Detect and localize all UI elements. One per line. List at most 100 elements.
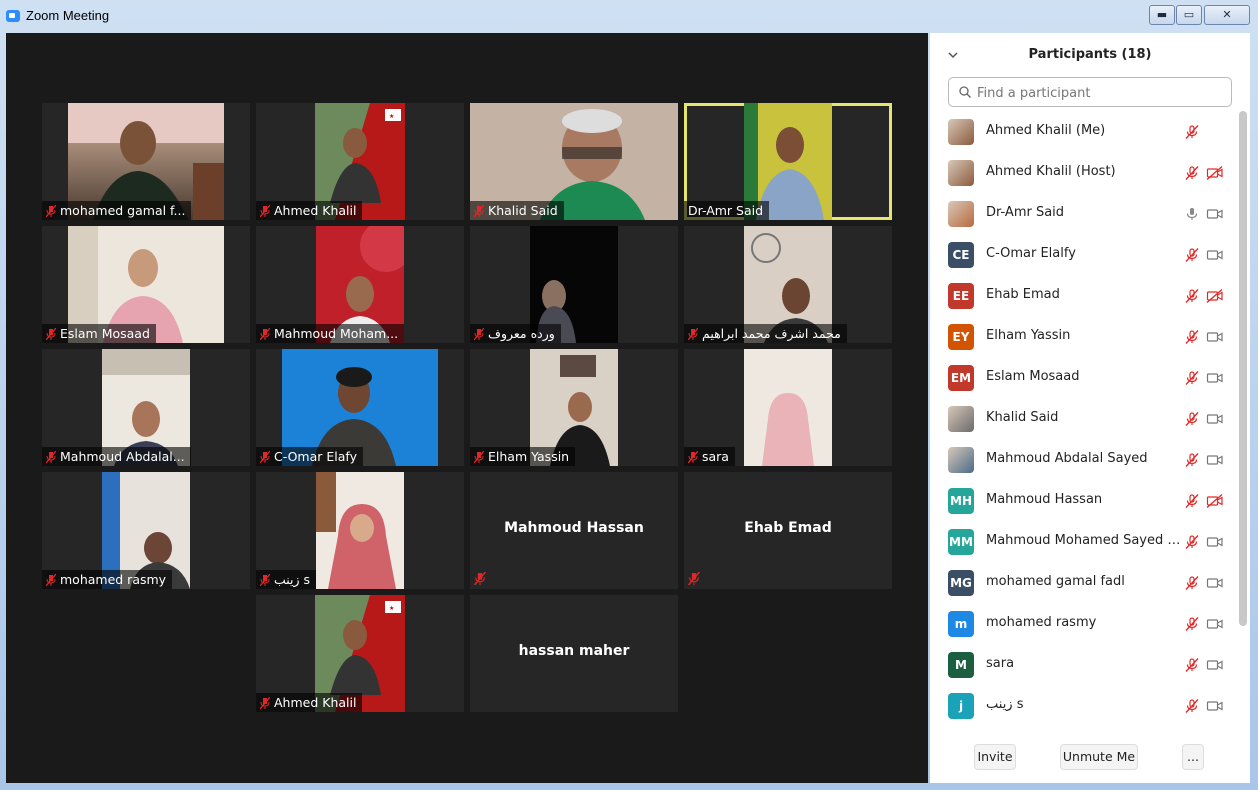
avatar: [948, 406, 974, 432]
participant-row[interactable]: Dr-Amr Said: [930, 193, 1240, 234]
video-tile[interactable]: زينب s: [256, 472, 464, 589]
muted-mic-icon[interactable]: [1184, 370, 1200, 386]
muted-mic-icon[interactable]: [1184, 329, 1200, 345]
invite-button[interactable]: Invite: [974, 744, 1016, 770]
tile-name-label: mohamed rasmy: [42, 570, 173, 589]
video-camera-icon[interactable]: [1206, 247, 1224, 263]
avatar: [948, 160, 974, 186]
video-tile[interactable]: ورده معروف: [470, 226, 678, 343]
participant-name: Ahmed Khalil (Me): [986, 123, 1106, 138]
participant-row[interactable]: j زينب s: [930, 685, 1240, 726]
maximize-button[interactable]: ▭: [1176, 5, 1202, 25]
muted-mic-icon[interactable]: [1184, 165, 1200, 181]
mic-icon[interactable]: [1184, 206, 1200, 222]
participant-row[interactable]: MG mohamed gamal fadl: [930, 562, 1240, 603]
video-tile[interactable]: Khalid Said: [470, 103, 678, 220]
avatar: CE: [948, 242, 974, 268]
video-tile-no-video[interactable]: hassan maher: [470, 595, 678, 712]
zoom-window: Zoom Meeting ▬ ▭ ✕ mohamed gamal f... ★ …: [0, 0, 1258, 790]
muted-mic-icon[interactable]: [1184, 657, 1200, 673]
muted-mic-icon[interactable]: [1184, 452, 1200, 468]
muted-mic-icon[interactable]: [1184, 534, 1200, 550]
video-camera-icon[interactable]: [1206, 575, 1224, 591]
video-camera-icon[interactable]: [1206, 452, 1224, 468]
video-off-icon[interactable]: [1206, 493, 1224, 509]
muted-mic-icon[interactable]: [1184, 493, 1200, 509]
tile-name-label: Khalid Said: [470, 201, 564, 220]
video-off-icon[interactable]: [1206, 288, 1224, 304]
video-tile[interactable]: mohamed rasmy: [42, 472, 250, 589]
avatar: MG: [948, 570, 974, 596]
tile-name-label: Elham Yassin: [470, 447, 576, 466]
participant-row[interactable]: CE C-Omar Elalfy: [930, 234, 1240, 275]
video-camera-icon[interactable]: [1206, 206, 1224, 222]
avatar: EM: [948, 365, 974, 391]
video-tile-active-speaker[interactable]: Dr-Amr Said: [684, 103, 892, 220]
video-camera-icon[interactable]: [1206, 657, 1224, 673]
video-tile[interactable]: Eslam Mosaad: [42, 226, 250, 343]
participant-name: sara: [986, 656, 1015, 671]
video-camera-icon[interactable]: [1206, 370, 1224, 386]
participant-row[interactable]: Msara: [930, 644, 1240, 685]
participant-row[interactable]: m mohamed rasmy: [930, 603, 1240, 644]
muted-mic-icon: [46, 451, 56, 463]
avatar: MH: [948, 488, 974, 514]
muted-mic-icon[interactable]: [1184, 411, 1200, 427]
video-off-icon[interactable]: [1206, 165, 1224, 181]
participant-row[interactable]: MM Mahmoud Mohamed Sayed He...: [930, 521, 1240, 562]
muted-mic-icon[interactable]: [1184, 575, 1200, 591]
participant-name: mohamed gamal fadl: [986, 574, 1125, 589]
muted-mic-icon: [260, 205, 270, 217]
muted-mic-icon[interactable]: [1184, 616, 1200, 632]
video-tile[interactable]: ★ Ahmed Khalil: [256, 595, 464, 712]
muted-mic-icon[interactable]: [1184, 698, 1200, 714]
participant-name: Khalid Said: [986, 410, 1059, 425]
video-tile[interactable]: ★ Ahmed Khalil: [256, 103, 464, 220]
video-camera-icon[interactable]: [1206, 616, 1224, 632]
tile-name-label: Dr-Amr Said: [684, 201, 770, 220]
video-tile-no-video[interactable]: Mahmoud Hassan: [470, 472, 678, 589]
video-tile[interactable]: Mahmoud Abdalal...: [42, 349, 250, 466]
participant-row[interactable]: EY Elham Yassin: [930, 316, 1240, 357]
participant-list-scrollbar[interactable]: [1239, 111, 1247, 626]
video-tile[interactable]: sara: [684, 349, 892, 466]
participants-header: Participants (18): [930, 33, 1250, 77]
participant-name: Dr-Amr Said: [986, 205, 1065, 220]
muted-mic-icon[interactable]: [1184, 288, 1200, 304]
more-options-button[interactable]: ...: [1182, 744, 1204, 770]
participant-name: Mahmoud Hassan: [986, 492, 1103, 507]
participant-row[interactable]: Khalid Said: [930, 398, 1240, 439]
video-camera-icon[interactable]: [1206, 411, 1224, 427]
video-tile[interactable]: mohamed gamal f...: [42, 103, 250, 220]
unmute-me-button[interactable]: Unmute Me: [1060, 744, 1138, 770]
participant-row[interactable]: MH Mahmoud Hassan: [930, 480, 1240, 521]
participant-row[interactable]: Mahmoud Abdalal Sayed: [930, 439, 1240, 480]
muted-mic-icon: [474, 572, 486, 585]
video-camera-icon[interactable]: [1206, 329, 1224, 345]
video-tile-no-video[interactable]: Ehab Emad: [684, 472, 892, 589]
video-tile[interactable]: Elham Yassin: [470, 349, 678, 466]
tile-big-name: Ehab Emad: [744, 520, 832, 536]
muted-mic-icon[interactable]: [1184, 247, 1200, 263]
video-camera-icon[interactable]: [1206, 698, 1224, 714]
participant-row[interactable]: Ahmed Khalil (Me): [930, 111, 1240, 152]
avatar: j: [948, 693, 974, 719]
search-input[interactable]: [975, 83, 1229, 103]
video-tile[interactable]: C-Omar Elafy: [256, 349, 464, 466]
participant-video: [316, 472, 404, 589]
tile-name-label: Ahmed Khalil: [256, 201, 363, 220]
title-bar: Zoom Meeting ▬ ▭ ✕: [0, 0, 1258, 32]
participant-row[interactable]: EE Ehab Emad: [930, 275, 1240, 316]
participants-panel: Participants (18) Ahmed Khalil (Me) Ahmed…: [930, 33, 1250, 783]
video-camera-icon[interactable]: [1206, 534, 1224, 550]
close-button[interactable]: ✕: [1204, 5, 1250, 25]
participant-search[interactable]: [948, 77, 1232, 107]
participant-row[interactable]: Ahmed Khalil (Host): [930, 152, 1240, 193]
participant-video: [744, 349, 832, 466]
svg-text:★: ★: [389, 113, 394, 120]
minimize-button[interactable]: ▬: [1149, 5, 1175, 25]
video-tile[interactable]: محمد اشرف محمد ابراهيم: [684, 226, 892, 343]
muted-mic-icon[interactable]: [1184, 124, 1200, 140]
video-tile[interactable]: Mahmoud Moham...: [256, 226, 464, 343]
participant-row[interactable]: EM Eslam Mosaad: [930, 357, 1240, 398]
